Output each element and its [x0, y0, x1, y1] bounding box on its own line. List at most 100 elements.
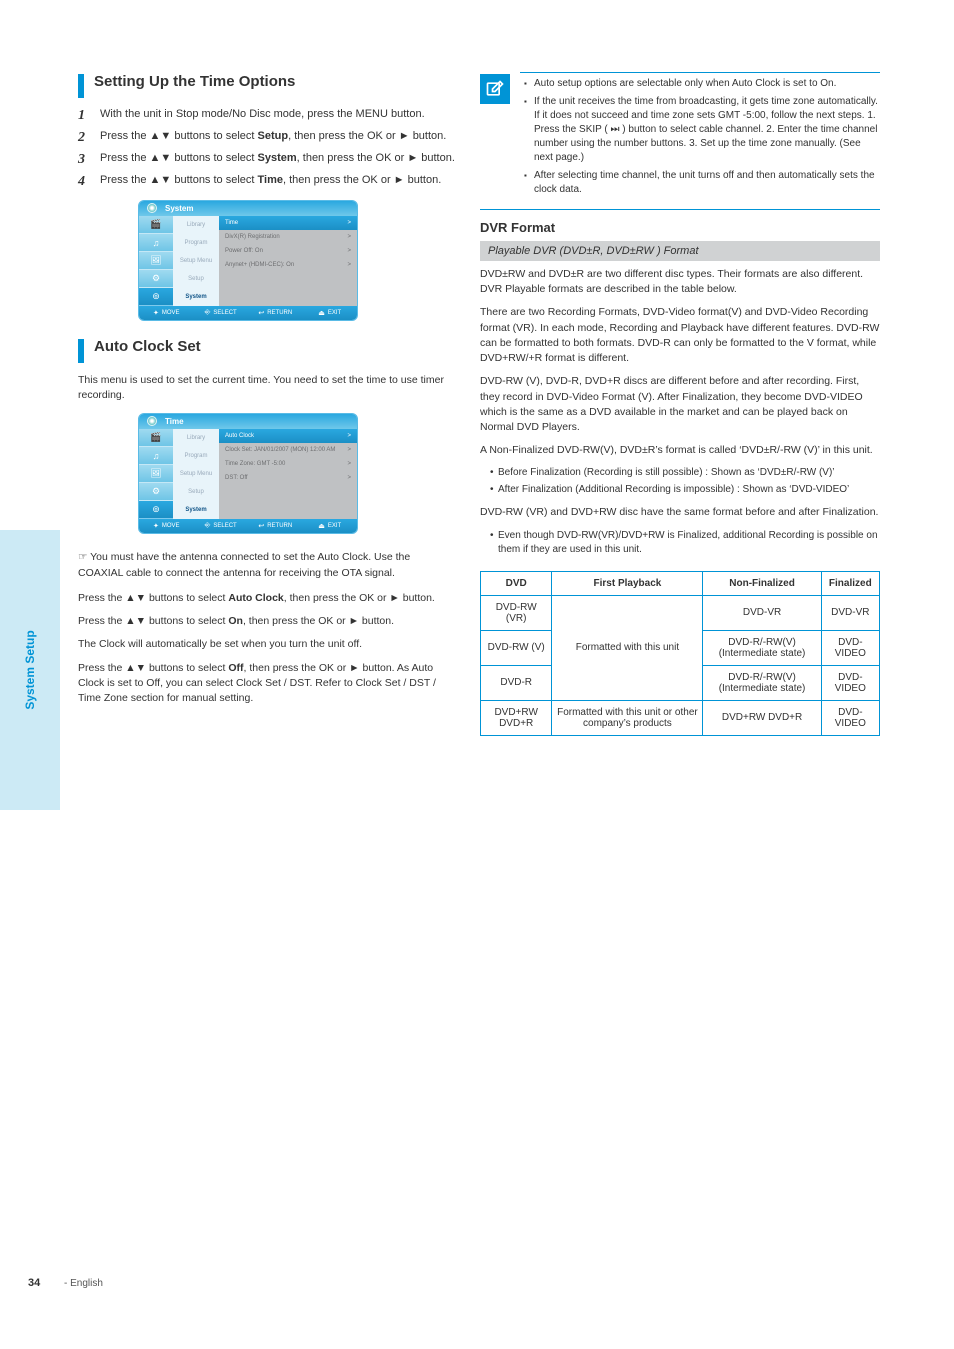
row-label: Auto Clock [225, 429, 254, 443]
heading-bar [78, 74, 84, 98]
hint-label: SELECT [213, 523, 236, 529]
step-number: 3 [78, 152, 96, 168]
lbl: Setup [173, 483, 219, 501]
tab-library-icon: 🎬 [139, 216, 173, 234]
td: DVD+RW DVD+R [703, 700, 821, 735]
osd-tab-labels: Library Program Setup Menu Setup System [173, 429, 219, 519]
step-text: Press the ▲▼ buttons to select System, t… [100, 152, 455, 168]
note-icon [480, 74, 510, 104]
select-icon: ⎆ [205, 309, 211, 317]
disc-icon [147, 203, 157, 213]
osd-time-menu: Time 🎬 ♫ 🖼 ⚙ ⊚ Library Program Setup Men… [138, 413, 358, 534]
osd-system-menu: System 🎬 ♫ 🖼 ⚙ ⊚ Library Program Setup M… [138, 200, 358, 321]
td: DVD-R [481, 665, 552, 700]
tab-system-icon: ⊚ [139, 501, 173, 519]
format-table: DVD First Playback Non-Finalized Finaliz… [480, 571, 880, 736]
note-box: Auto setup options are selectable only w… [480, 72, 880, 210]
t: , then press the OK or ► button. [284, 592, 435, 604]
table-row: DVD+RW DVD+R Formatted with this unit or… [481, 700, 880, 735]
note-symbol: ☞ [78, 551, 90, 563]
step-number: 2 [78, 130, 96, 146]
osd-footer: ✦MOVE ⎆SELECT ↩RETURN ⏏EXIT [139, 306, 357, 320]
hint-return: ↩RETURN [248, 519, 303, 533]
step-1: 1 With the unit in Stop mode/No Disc mod… [78, 108, 458, 124]
step-off: Press the ▲▼ buttons to select Off, then… [78, 661, 458, 707]
td: DVD-VR [703, 595, 821, 630]
td: DVD-VIDEO [821, 630, 879, 665]
chevron-right-icon: > [347, 457, 351, 471]
auto-set-note: The Clock will automatically be set when… [78, 637, 458, 652]
tab-music-icon: ♫ [139, 234, 173, 252]
td: DVD-VR [821, 595, 879, 630]
dvr-bullet-intro: A Non-Finalized DVD-RW(V), DVD±R’s forma… [480, 443, 880, 458]
hint-exit: ⏏EXIT [303, 519, 358, 533]
note-item: If the unit receives the time from broad… [524, 95, 880, 165]
t: , then press the OK or ► button. [243, 615, 394, 627]
chevron-right-icon: > [347, 443, 351, 457]
t: , then press the OK or ► button. [297, 152, 455, 164]
lbl-selected: System [173, 288, 219, 306]
chevron-right-icon: > [347, 471, 351, 485]
osd-footer: ✦MOVE ⎆SELECT ↩RETURN ⏏EXIT [139, 519, 357, 533]
hint-return: ↩RETURN [248, 306, 303, 320]
dvr-p4: DVD-RW (VR) and DVD+RW disc have the sam… [480, 505, 880, 520]
table-row: DVD First Playback Non-Finalized Finaliz… [481, 571, 880, 595]
td: Formatted with this unit or other compan… [552, 700, 703, 735]
disc-icon [147, 416, 157, 426]
return-icon: ↩ [258, 522, 264, 530]
step-2: 2 Press the ▲▼ buttons to select Setup, … [78, 130, 458, 146]
tab-music-icon: ♫ [139, 447, 173, 465]
osd-tabs: 🎬 ♫ 🖼 ⚙ ⊚ [139, 216, 173, 306]
tab-setup-icon: ⚙ [139, 270, 173, 288]
heading-text: Auto Clock Set [94, 337, 201, 357]
heading-text: Setting Up the Time Options [94, 72, 295, 92]
th: First Playback [552, 571, 703, 595]
osd-panel: Time> DivX(R) Registration> Power Off: O… [219, 216, 357, 306]
hint-label: RETURN [267, 310, 292, 316]
chevron-right-icon: > [347, 216, 351, 230]
row-label: Anynet+ (HDMI-CEC) [225, 262, 283, 268]
step-text: Press the ▲▼ buttons to select Setup, th… [100, 130, 446, 146]
osd-row-selected: Time> [219, 216, 357, 230]
osd-row: Anynet+ (HDMI-CEC): On > [219, 258, 357, 272]
antenna-note: You must have the antenna connected to s… [78, 551, 410, 578]
heading-bar [78, 339, 84, 363]
step-auto-clock: Press the ▲▼ buttons to select Auto Cloc… [78, 591, 458, 606]
osd-row: DST: Off> [219, 471, 357, 485]
heading-dvr-format: DVR Format [480, 220, 880, 235]
page-number: 34 [28, 1277, 40, 1289]
hint-label: RETURN [267, 523, 292, 529]
chevron-right-icon: > [347, 230, 351, 244]
hint-select: ⎆SELECT [194, 306, 249, 320]
move-icon: ✦ [153, 522, 159, 530]
osd-row: DivX(R) Registration> [219, 230, 357, 244]
t: , then press the OK or ► button. [283, 174, 441, 186]
exit-icon: ⏏ [318, 522, 325, 530]
t: , then press the OK or ► button. [288, 130, 446, 142]
lbl: Library [173, 216, 219, 234]
list-item: Before Finalization (Recording is still … [490, 466, 880, 480]
hint-move: ✦MOVE [139, 519, 194, 533]
step-text: Press the ▲▼ buttons to select Time, the… [100, 174, 441, 190]
row-value: : Off [236, 475, 247, 481]
td: DVD-VIDEO [821, 665, 879, 700]
hint-label: MOVE [162, 310, 180, 316]
dvr-list-1: Before Finalization (Recording is still … [480, 466, 880, 497]
hint-select: ⎆SELECT [194, 519, 249, 533]
lbl: Program [173, 447, 219, 465]
side-tab-label: System Setup [23, 630, 37, 709]
osd-tab-labels: Library Program Setup Menu Setup System [173, 216, 219, 306]
step-3: 3 Press the ▲▼ buttons to select System,… [78, 152, 458, 168]
section-heading-auto-clock: Auto Clock Set [78, 337, 458, 363]
section-heading-time-options: Setting Up the Time Options [78, 72, 458, 98]
th: Finalized [821, 571, 879, 595]
osd-panel: Auto Clock> Clock Set: JAN/01/2007 (MON)… [219, 429, 357, 519]
option: Off [228, 662, 243, 674]
step-text: With the unit in Stop mode/No Disc mode,… [100, 108, 425, 124]
td: DVD-RW (VR) [481, 595, 552, 630]
chevron-right-icon: > [347, 258, 351, 272]
menu-item: Setup [258, 130, 289, 142]
osd-row: Power Off: On> [219, 244, 357, 258]
row-value: : On [283, 262, 294, 268]
tab-setup-icon: ⚙ [139, 483, 173, 501]
